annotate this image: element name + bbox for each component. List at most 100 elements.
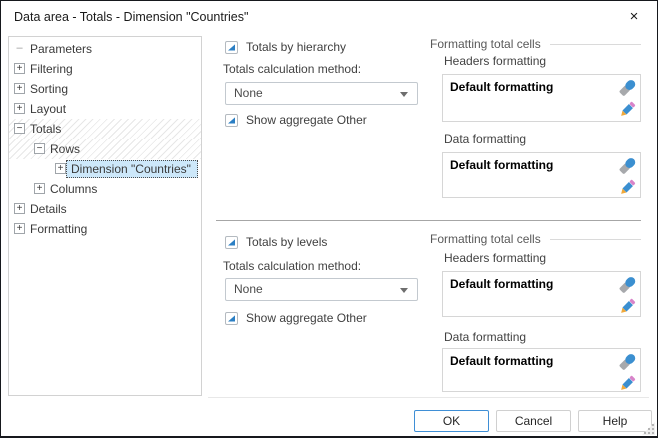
tree-item-columns[interactable]: + Columns xyxy=(9,179,201,199)
help-button[interactable]: Help xyxy=(578,410,652,432)
show-aggregate-other-checkbox-row[interactable]: Show aggregate Other xyxy=(225,113,367,127)
expand-icon[interactable]: + xyxy=(55,163,66,174)
tree: –Parameters+Filtering+Sorting+Layout−Tot… xyxy=(8,36,202,396)
formatting-total-cells-group: Formatting total cells xyxy=(430,37,641,51)
cancel-button[interactable]: Cancel xyxy=(496,410,571,432)
tree-item-label: Parameters xyxy=(30,42,92,56)
dialog-window: Data area - Totals - Dimension "Countrie… xyxy=(0,0,658,438)
tree-item-label: Columns xyxy=(50,182,97,196)
tree-item-highlight: Details xyxy=(25,200,71,218)
totals-by-hierarchy-label: Totals by hierarchy xyxy=(246,40,346,54)
collapse-icon[interactable]: − xyxy=(34,143,45,154)
chevron-down-icon xyxy=(400,92,408,97)
calculation-method-dropdown[interactable]: None xyxy=(225,82,418,105)
group-label: Formatting total cells xyxy=(430,37,541,51)
tree-item-layout[interactable]: +Layout xyxy=(9,99,201,119)
tree-item-highlight: Filtering xyxy=(25,60,77,78)
tree-item-totals[interactable]: −Totals xyxy=(9,119,201,139)
tree-item-label: Totals xyxy=(30,122,61,136)
headers-formatting-box: Default formatting xyxy=(442,74,641,122)
method-label: Totals calculation method: xyxy=(223,259,361,273)
show-aggregate-other-label: Show aggregate Other xyxy=(246,113,367,127)
group-rule xyxy=(550,44,641,45)
formatting-total-cells-group: Formatting total cells xyxy=(430,232,641,246)
formatting-tools xyxy=(618,78,637,119)
close-icon[interactable]: × xyxy=(625,8,643,26)
chevron-down-icon xyxy=(400,288,408,293)
tree-item-label: Formatting xyxy=(30,222,87,236)
tree-item-highlight: Columns xyxy=(45,180,101,198)
tree-item-label: Dimension "Countries" xyxy=(71,162,191,176)
checkbox-triangle-icon xyxy=(228,315,235,322)
tree-item-highlight: Dimension "Countries" xyxy=(66,160,198,178)
resize-grip[interactable] xyxy=(642,422,655,435)
data-formatting-box: Default formatting xyxy=(442,152,641,198)
dialog-title: Data area - Totals - Dimension "Countrie… xyxy=(14,10,248,24)
data-formatting-box: Default formatting xyxy=(442,348,641,392)
totals-by-hierarchy-checkbox-row[interactable]: Totals by hierarchy xyxy=(225,40,346,54)
formatting-tools xyxy=(618,156,637,197)
checkbox-indeterminate-icon[interactable] xyxy=(225,114,238,127)
headers-formatting-value: Default formatting xyxy=(450,277,553,291)
section-separator xyxy=(216,220,641,221)
eraser-icon[interactable] xyxy=(618,352,637,371)
checkbox-indeterminate-icon[interactable] xyxy=(225,41,238,54)
edit-pencil-icon[interactable] xyxy=(618,297,637,316)
collapse-icon[interactable]: − xyxy=(14,123,25,134)
headers-formatting-label: Headers formatting xyxy=(444,251,546,265)
tree-item-label: Rows xyxy=(50,142,80,156)
totals-by-levels-checkbox-row[interactable]: Totals by levels xyxy=(225,235,327,249)
totals-by-levels-label: Totals by levels xyxy=(246,235,327,249)
headers-formatting-box: Default formatting xyxy=(442,271,641,317)
expand-icon[interactable]: + xyxy=(14,203,25,214)
tree-item-sorting[interactable]: + Sorting xyxy=(9,79,201,99)
tree-item-parameters[interactable]: –Parameters xyxy=(9,39,201,59)
tree-item-label: Details xyxy=(30,202,67,216)
edit-pencil-icon[interactable] xyxy=(618,374,637,393)
tree-item-highlight: Sorting xyxy=(25,80,72,98)
data-formatting-label: Data formatting xyxy=(444,330,526,344)
headers-formatting-label: Headers formatting xyxy=(444,54,546,68)
tree-item-formatting[interactable]: + Formatting xyxy=(9,219,201,239)
tree-item-highlight: Formatting xyxy=(25,220,91,238)
tree-item-highlight: Totals xyxy=(25,120,65,138)
eraser-icon[interactable] xyxy=(618,156,637,175)
edit-pencil-icon[interactable] xyxy=(618,100,637,119)
tree-item-filtering[interactable]: + Filtering xyxy=(9,59,201,79)
tree-item-highlight: Layout xyxy=(25,100,70,118)
expand-icon[interactable]: + xyxy=(34,183,45,194)
eraser-icon[interactable] xyxy=(618,275,637,294)
tree-item-label: Filtering xyxy=(30,62,73,76)
data-formatting-value: Default formatting xyxy=(450,354,553,368)
checkbox-triangle-icon xyxy=(228,117,235,124)
data-formatting-value: Default formatting xyxy=(450,158,553,172)
calculation-method-value: None xyxy=(234,282,263,296)
tree-item-rows[interactable]: −Rows xyxy=(9,139,201,159)
tree-item-dimension-countries[interactable]: + Dimension "Countries" xyxy=(9,159,201,179)
show-aggregate-other-label: Show aggregate Other xyxy=(246,311,367,325)
tree-item-label: Sorting xyxy=(30,82,68,96)
tree-item-details[interactable]: + Details xyxy=(9,199,201,219)
edit-pencil-icon[interactable] xyxy=(618,178,637,197)
expand-icon[interactable]: + xyxy=(14,223,25,234)
checkbox-indeterminate-icon[interactable] xyxy=(225,312,238,325)
calculation-method-value: None xyxy=(234,86,263,100)
title-bar: Data area - Totals - Dimension "Countrie… xyxy=(1,1,657,33)
show-aggregate-other-checkbox-row[interactable]: Show aggregate Other xyxy=(225,311,367,325)
method-label: Totals calculation method: xyxy=(223,62,361,76)
data-formatting-label: Data formatting xyxy=(444,132,526,146)
expand-icon[interactable]: + xyxy=(14,83,25,94)
eraser-icon[interactable] xyxy=(618,78,637,97)
ok-button[interactable]: OK xyxy=(414,410,489,432)
checkbox-triangle-icon xyxy=(228,44,235,51)
group-rule xyxy=(550,239,641,240)
headers-formatting-value: Default formatting xyxy=(450,80,553,94)
group-label: Formatting total cells xyxy=(430,232,541,246)
checkbox-triangle-icon xyxy=(228,239,235,246)
content-bottom-rule xyxy=(208,397,649,398)
checkbox-indeterminate-icon[interactable] xyxy=(225,236,238,249)
expand-icon[interactable]: + xyxy=(14,63,25,74)
calculation-method-dropdown[interactable]: None xyxy=(225,278,418,301)
leaf-dash-icon: – xyxy=(14,43,25,54)
expand-icon[interactable]: + xyxy=(14,103,25,114)
